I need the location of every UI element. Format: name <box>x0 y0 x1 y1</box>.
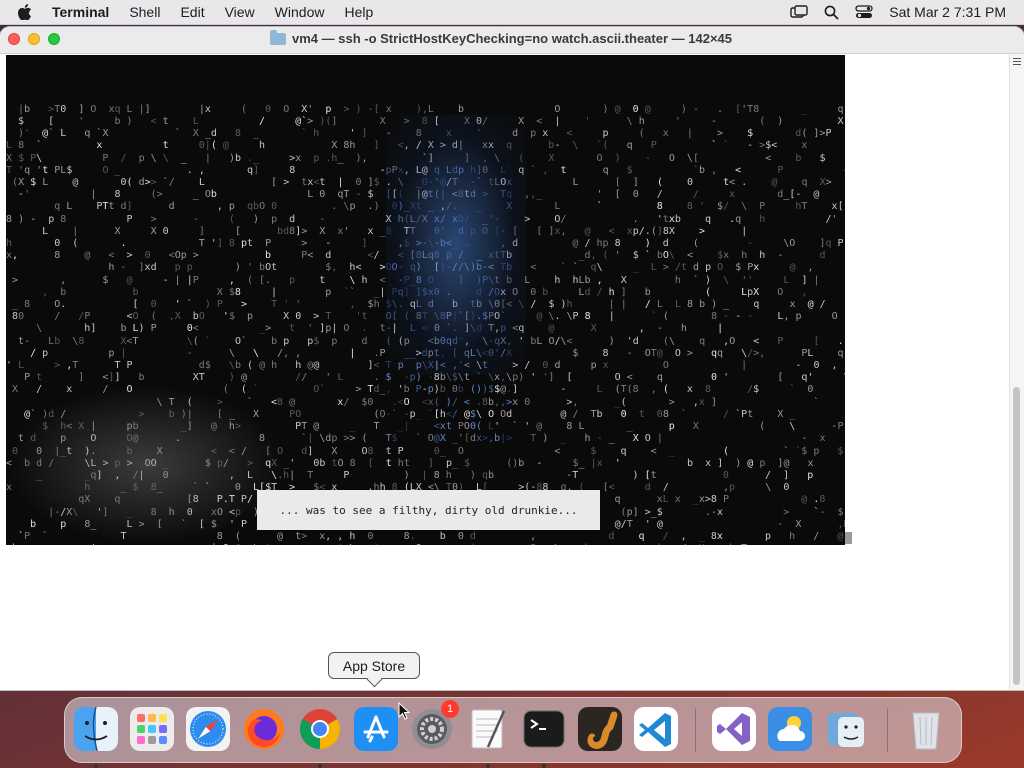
menu-help[interactable]: Help <box>344 4 373 20</box>
maximize-button[interactable] <box>48 33 60 45</box>
dock-item-finder[interactable] <box>73 706 119 768</box>
terminal-content[interactable]: |b >T0 ] O xq L |] |x ( 0 O X' p > ) -[ … <box>0 54 1010 690</box>
menu-app-name[interactable]: Terminal <box>52 4 109 20</box>
dock-item-firefox[interactable] <box>241 706 287 752</box>
folder-icon <box>270 29 286 45</box>
dock-item-launchpad[interactable] <box>129 706 175 752</box>
menu-window[interactable]: Window <box>275 4 325 20</box>
window-title-text: vm4 — ssh -o StrictHostKeyChecking=no wa… <box>292 31 732 46</box>
dock-item-migration-assistant[interactable] <box>823 706 869 752</box>
vscode-icon <box>634 707 678 751</box>
menu-edit[interactable]: Edit <box>180 4 204 20</box>
migration-assistant-icon <box>828 713 864 747</box>
dock-divider <box>887 708 888 752</box>
terminal-window: vm4 — ssh -o StrictHostKeyChecking=no wa… <box>0 27 1024 690</box>
firefox-icon <box>244 709 284 749</box>
close-button[interactable] <box>8 33 20 45</box>
menu-view[interactable]: View <box>225 4 255 20</box>
textedit-icon <box>471 709 506 749</box>
terminal-icon <box>523 710 565 748</box>
menu-bar: Terminal Shell Edit View Window Help Sat… <box>0 0 1024 25</box>
spotlight-search-icon[interactable] <box>824 5 839 20</box>
dock-item-textedit[interactable] <box>465 706 511 768</box>
running-indicator <box>486 764 490 768</box>
dock-tooltip: App Store <box>328 652 420 679</box>
dock-item-vscode[interactable] <box>633 706 679 752</box>
safari-icon <box>186 707 230 751</box>
running-indicator <box>542 764 546 768</box>
mouse-pointer-icon <box>398 702 410 720</box>
minimize-button[interactable] <box>28 33 40 45</box>
window-title: vm4 — ssh -o StrictHostKeyChecking=no wa… <box>270 29 732 46</box>
running-indicator <box>318 764 322 768</box>
weather-icon <box>768 707 812 751</box>
screen-mirroring-icon[interactable] <box>790 5 808 19</box>
finder-icon <box>74 707 118 751</box>
launchpad-icon <box>130 707 174 751</box>
ascii-shade <box>6 385 286 545</box>
scrollbar-thumb[interactable] <box>1013 387 1020 685</box>
dock-divider <box>695 708 696 752</box>
dock-item-safari[interactable] <box>185 706 231 752</box>
trash-icon <box>912 712 940 750</box>
garageband-icon <box>578 707 622 751</box>
dock-item-terminal[interactable] <box>521 706 567 768</box>
dock-item-garageband[interactable] <box>577 706 623 752</box>
dock-item-visual-studio[interactable] <box>711 706 757 752</box>
control-center-icon[interactable] <box>855 5 873 19</box>
dock-item-app-store[interactable] <box>353 706 399 752</box>
window-titlebar[interactable]: vm4 — ssh -o StrictHostKeyChecking=no wa… <box>0 27 1024 54</box>
chrome-icon <box>300 709 340 749</box>
terminal-cursor <box>845 532 852 544</box>
ascii-video-frame: |b >T0 ] O xq L |] |x ( 0 O X' p > ) -[ … <box>6 55 845 545</box>
terminal-scrollbar[interactable] <box>1009 54 1024 690</box>
menu-clock[interactable]: Sat Mar 2 7:31 PM <box>889 4 1006 20</box>
dock-item-system-settings[interactable]: 1 <box>409 700 459 752</box>
app-store-icon <box>354 707 398 751</box>
running-indicator <box>94 764 98 768</box>
video-subtitle: ... was to see a filthy, dirty old drunk… <box>257 490 600 530</box>
dock-item-chrome[interactable] <box>297 706 343 768</box>
apple-menu-icon[interactable] <box>18 4 38 20</box>
ascii-highlight <box>386 115 526 375</box>
dock-item-trash[interactable] <box>903 706 949 752</box>
dock-item-weather[interactable] <box>767 706 813 752</box>
menu-shell[interactable]: Shell <box>129 4 160 20</box>
dock: 1 <box>64 697 962 768</box>
notification-badge: 1 <box>441 700 459 718</box>
visual-studio-icon <box>712 707 756 751</box>
scrollbar-marker-icon <box>1013 58 1021 67</box>
